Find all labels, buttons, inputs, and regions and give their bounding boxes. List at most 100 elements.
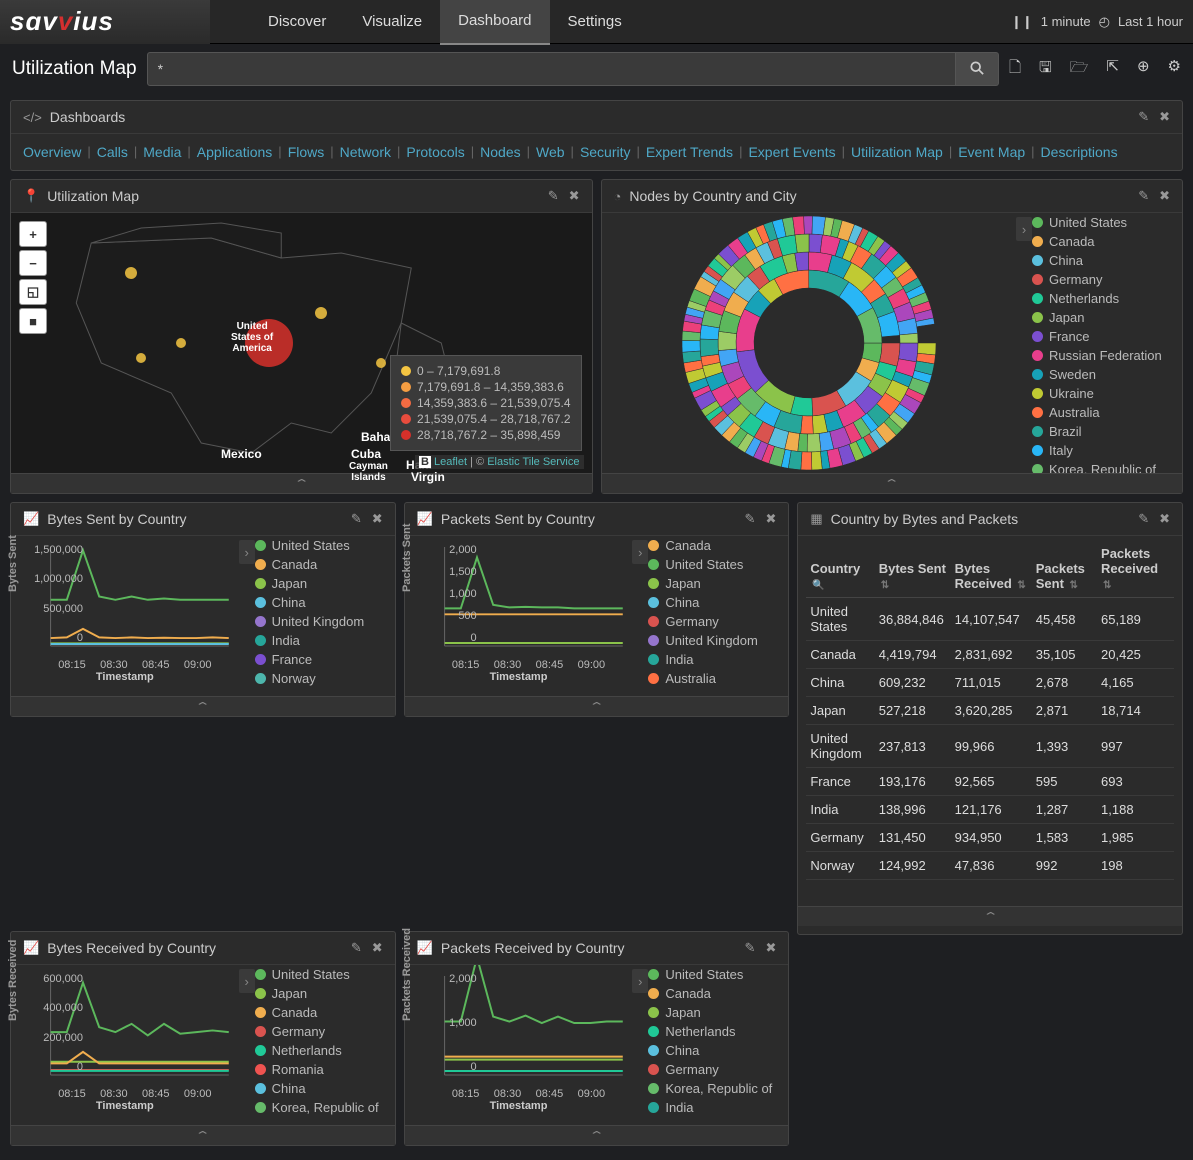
legend-item[interactable]: Germany <box>255 1022 395 1041</box>
line-chart[interactable]: Packets Received 2,0001,0000 08:1508:300… <box>405 965 633 1125</box>
line-chart[interactable]: Packets Sent 2,0001,5001,0005000 08:1508… <box>405 536 633 696</box>
fit-button[interactable]: ■ <box>19 308 47 334</box>
add-icon[interactable]: ⊕ <box>1137 57 1150 82</box>
utilization-map[interactable]: + − ◱ ■ UnitedStates ofAmericaMexicoCuba… <box>11 213 592 473</box>
dash-link-media[interactable]: Media <box>143 144 181 160</box>
map-bubble[interactable] <box>376 358 386 368</box>
edit-icon[interactable]: ✎ <box>548 188 559 204</box>
panel-expand[interactable]: ⌃ <box>602 473 1183 493</box>
legend-item[interactable]: Netherlands <box>1032 289 1182 308</box>
dash-link-flows[interactable]: Flows <box>288 144 325 160</box>
edit-icon[interactable]: ✎ <box>745 940 756 956</box>
close-icon[interactable]: ✖ <box>765 940 776 956</box>
panel-expand[interactable]: ⌃ <box>11 696 395 716</box>
legend-item[interactable]: Korea, Republic of <box>648 1079 788 1098</box>
map-bubble[interactable] <box>136 353 146 363</box>
legend-collapse[interactable]: › <box>632 969 648 993</box>
time-range[interactable]: Last 1 hour <box>1118 14 1183 29</box>
legend-item[interactable]: Norway <box>255 669 395 688</box>
legend-item[interactable]: France <box>255 650 395 669</box>
zoom-out-button[interactable]: − <box>19 250 47 276</box>
close-icon[interactable]: ✖ <box>765 511 776 527</box>
legend-item[interactable]: Australia <box>1032 403 1182 422</box>
legend-item[interactable]: Ukraine <box>1032 384 1182 403</box>
table-header[interactable]: Packets Sent ⇅ <box>1032 540 1097 598</box>
legend-item[interactable]: Korea, Republic of <box>255 1098 395 1117</box>
legend-item[interactable]: United States <box>648 555 788 574</box>
legend-item[interactable]: United States <box>648 965 788 984</box>
dash-link-overview[interactable]: Overview <box>23 144 81 160</box>
legend-item[interactable]: China <box>648 593 788 612</box>
panel-expand[interactable]: ⌃ <box>405 696 789 716</box>
table-row[interactable]: United Kingdom237,81399,9661,393997 <box>806 725 1174 768</box>
crop-button[interactable]: ◱ <box>19 279 47 305</box>
edit-icon[interactable]: ✎ <box>1138 109 1149 125</box>
legend-item[interactable]: United States <box>255 965 395 984</box>
table-header[interactable]: Bytes Sent ⇅ <box>875 540 951 598</box>
legend-item[interactable]: Canada <box>648 536 788 555</box>
edit-icon[interactable]: ✎ <box>1138 188 1149 204</box>
dash-link-web[interactable]: Web <box>536 144 565 160</box>
zoom-in-button[interactable]: + <box>19 221 47 247</box>
legend-item[interactable]: Japan <box>255 984 395 1003</box>
legend-item[interactable]: Japan <box>1032 308 1182 327</box>
legend-item[interactable]: China <box>648 1041 788 1060</box>
legend-item[interactable]: Germany <box>1032 270 1182 289</box>
dash-link-expert-trends[interactable]: Expert Trends <box>646 144 733 160</box>
dash-link-protocols[interactable]: Protocols <box>406 144 464 160</box>
tile-service-link[interactable]: Elastic Tile Service <box>487 456 579 468</box>
close-icon[interactable]: ✖ <box>372 511 383 527</box>
legend-item[interactable]: Netherlands <box>255 1041 395 1060</box>
edit-icon[interactable]: ✎ <box>351 511 362 527</box>
legend-item[interactable]: Russian Federation <box>1032 346 1182 365</box>
dash-link-security[interactable]: Security <box>580 144 631 160</box>
edit-icon[interactable]: ✎ <box>1138 511 1149 527</box>
dash-link-event-map[interactable]: Event Map <box>958 144 1025 160</box>
legend-item[interactable]: India <box>648 1098 788 1117</box>
nav-discover[interactable]: Discover <box>250 0 344 44</box>
legend-item[interactable]: Romania <box>255 1060 395 1079</box>
legend-item[interactable]: Sweden <box>1032 365 1182 384</box>
nav-dashboard[interactable]: Dashboard <box>440 0 549 45</box>
dash-link-network[interactable]: Network <box>340 144 391 160</box>
legend-collapse[interactable]: › <box>632 540 648 564</box>
panel-expand[interactable]: ⌃ <box>798 906 1182 926</box>
legend-item[interactable]: Japan <box>648 574 788 593</box>
panel-expand[interactable]: ⌃ <box>11 473 592 493</box>
search-button[interactable] <box>956 52 999 86</box>
panel-expand[interactable]: ⌃ <box>11 1125 395 1145</box>
map-bubble[interactable] <box>125 267 137 279</box>
map-bubble[interactable] <box>315 307 327 319</box>
legend-item[interactable]: China <box>1032 251 1182 270</box>
legend-item[interactable]: Canada <box>255 555 395 574</box>
table-header[interactable]: Packets Received ⇅ <box>1097 540 1174 598</box>
donut-chart[interactable] <box>602 213 1017 473</box>
table-header[interactable]: Country🔍 <box>806 540 874 598</box>
legend-item[interactable]: Germany <box>648 612 788 631</box>
legend-item[interactable]: Australia <box>648 669 788 688</box>
legend-item[interactable]: United States <box>1032 213 1182 232</box>
edit-icon[interactable]: ✎ <box>745 511 756 527</box>
table-row[interactable]: India138,996121,1761,2871,188 <box>806 796 1174 824</box>
legend-item[interactable]: Germany <box>648 1060 788 1079</box>
dash-link-applications[interactable]: Applications <box>197 144 273 160</box>
legend-item[interactable]: United States <box>255 536 395 555</box>
legend-item[interactable]: China <box>255 593 395 612</box>
legend-item[interactable]: Korea, Republic of <box>1032 460 1182 473</box>
legend-item[interactable]: Canada <box>648 984 788 1003</box>
legend-collapse[interactable]: › <box>239 969 255 993</box>
legend-item[interactable]: Netherlands <box>648 1022 788 1041</box>
legend-item[interactable]: Canada <box>255 1003 395 1022</box>
line-chart[interactable]: Bytes Sent 1,500,0001,000,000500,0000 08… <box>11 536 239 696</box>
dash-link-utilization-map[interactable]: Utilization Map <box>851 144 943 160</box>
new-icon[interactable]: 🗋 <box>1009 57 1021 82</box>
dash-link-descriptions[interactable]: Descriptions <box>1041 144 1118 160</box>
table-row[interactable]: Germany131,450934,9501,5831,985 <box>806 824 1174 852</box>
table-row[interactable]: Norway124,99247,836992198 <box>806 852 1174 880</box>
search-input[interactable] <box>147 52 956 86</box>
close-icon[interactable]: ✖ <box>1159 109 1170 125</box>
legend-collapse[interactable]: › <box>1016 217 1032 241</box>
close-icon[interactable]: ✖ <box>372 940 383 956</box>
leaflet-link[interactable]: Leaflet <box>434 456 467 468</box>
panel-expand[interactable]: ⌃ <box>405 1125 789 1145</box>
